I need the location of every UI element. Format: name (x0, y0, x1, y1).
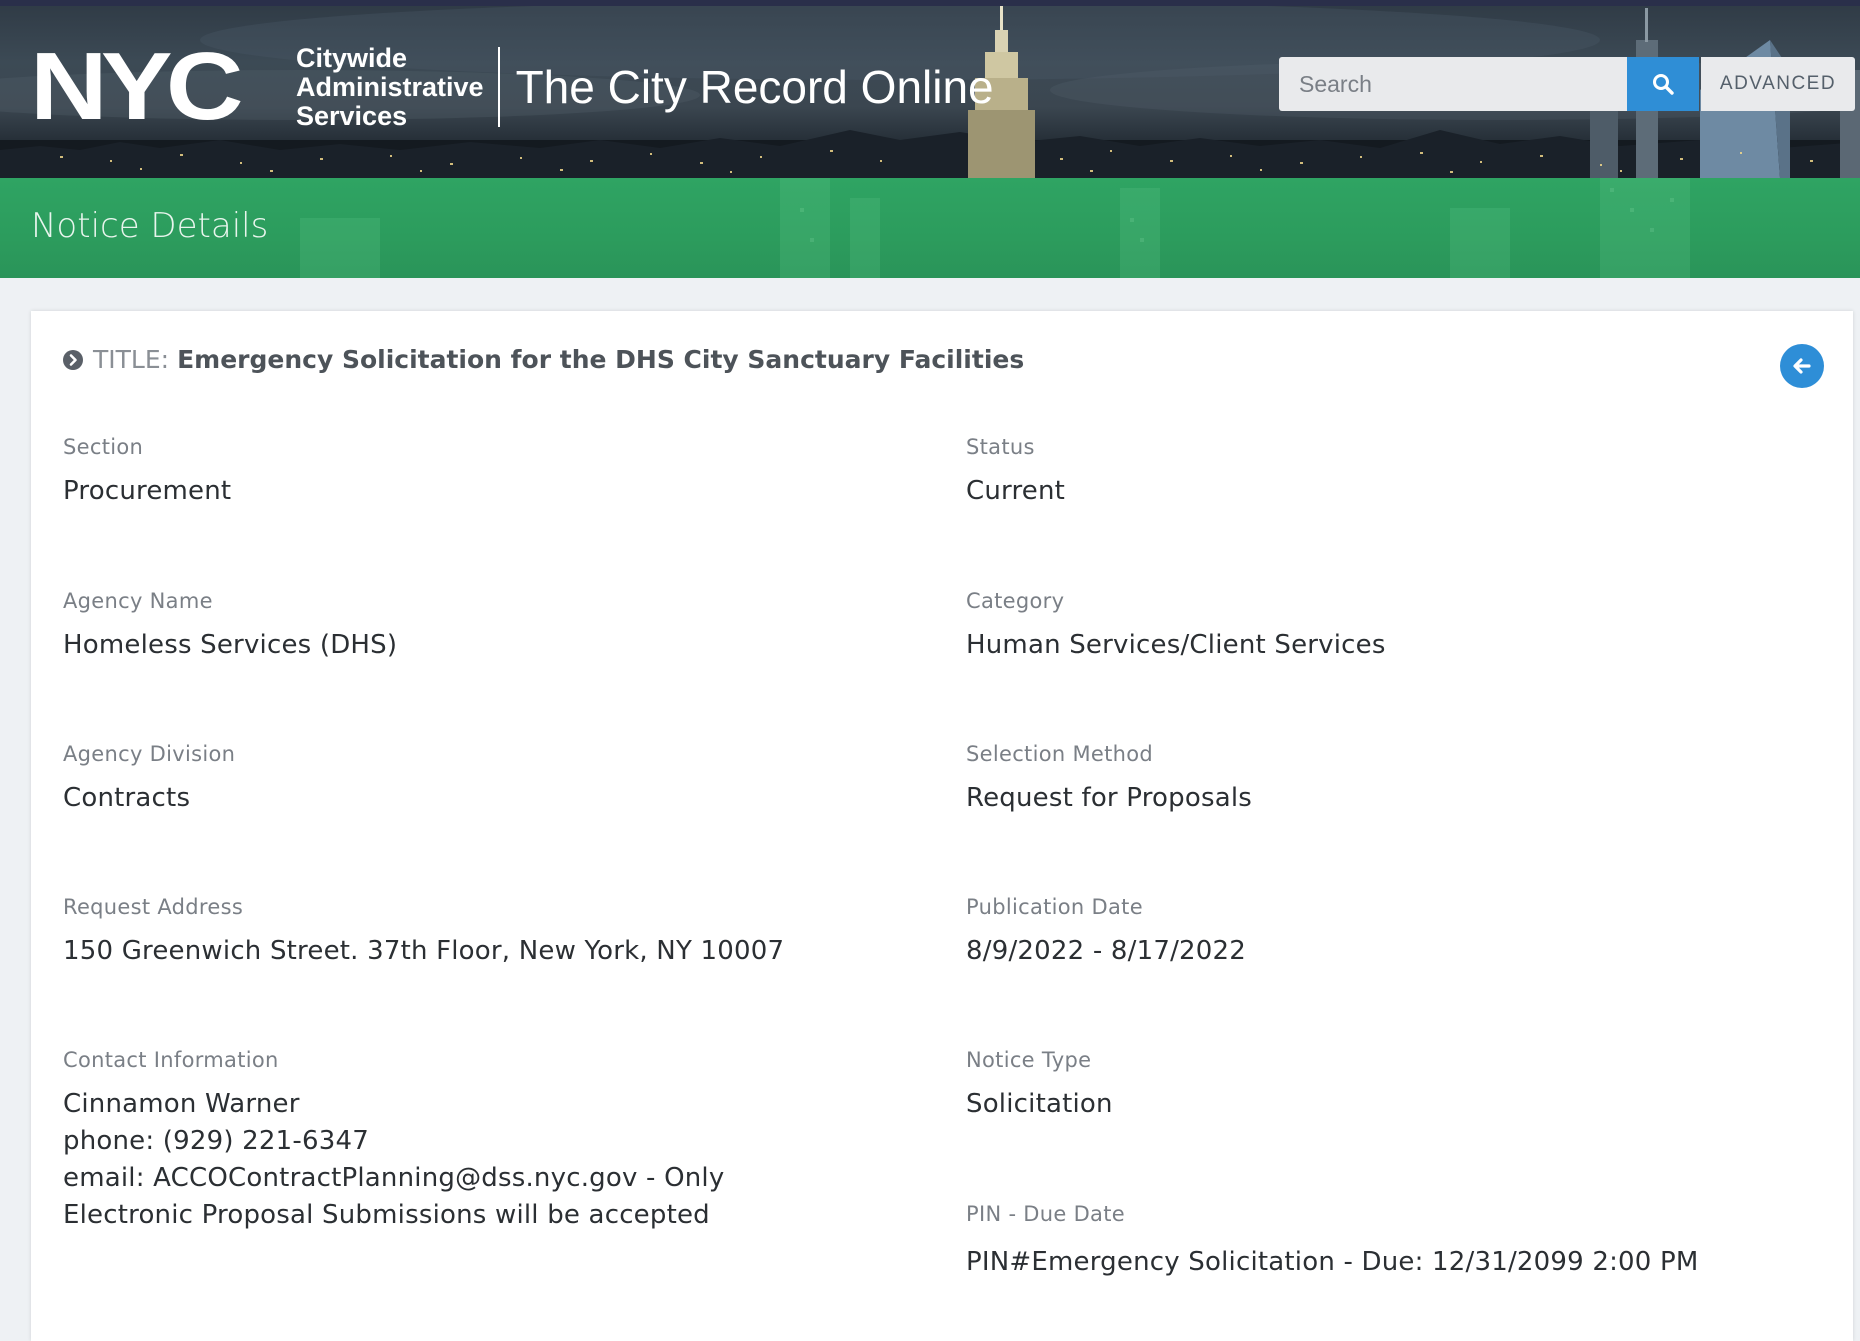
field-value: Homeless Services (DHS) (63, 630, 398, 660)
site-header: NYC Citywide Administrative Services The… (0, 0, 1860, 178)
field-value: Contracts (63, 783, 191, 813)
logo-divider (497, 47, 500, 127)
band-texture (300, 178, 1690, 278)
header-top-line (0, 0, 1860, 6)
arrow-left-icon (1793, 358, 1811, 374)
nyc-logo-mark: NYC (30, 33, 244, 140)
page-title-band: Notice Details (0, 178, 1860, 278)
search-input[interactable] (1279, 57, 1627, 111)
agency-name: Citywide Administrative Services (296, 42, 484, 131)
field-label: PIN - Due Date (966, 1202, 1125, 1226)
search-icon (1653, 74, 1674, 95)
field-label: Agency Division (63, 742, 236, 766)
contact-name: Cinnamon Warner (63, 1089, 300, 1119)
field-value: Current (966, 476, 1066, 506)
search-bar: ADVANCED (1279, 57, 1855, 111)
field-value: Solicitation (966, 1089, 1113, 1119)
field-label: Notice Type (966, 1048, 1092, 1072)
field-value: Human Services/Client Services (966, 630, 1386, 660)
agency-name-line-3: Services (296, 100, 408, 131)
field-label: Request Address (63, 895, 244, 919)
agency-name-line-1: Citywide (296, 42, 408, 73)
field-agency-name: Agency Name Homeless Services (DHS) (63, 589, 823, 664)
field-category: Category Human Services/Client Services (966, 589, 1826, 664)
field-value: Procurement (63, 476, 232, 506)
field-selection-method: Selection Method Request for Proposals (966, 742, 1826, 817)
field-publication-date: Publication Date 8/9/2022 - 8/17/2022 (966, 895, 1826, 970)
field-label: Contact Information (63, 1048, 279, 1072)
field-section: Section Procurement (63, 435, 823, 510)
field-status: Status Current (966, 435, 1826, 510)
chevron-circle-right-icon (63, 349, 83, 370)
nyc-logo[interactable]: NYC Citywide Administrative Services The… (30, 33, 994, 140)
field-label: Section (63, 435, 144, 459)
notice-title-row: TITLE: Emergency Solicitation for the DH… (63, 345, 1024, 374)
field-request-address: Request Address 150 Greenwich Street. 37… (63, 895, 823, 970)
agency-name-line-2: Administrative (296, 71, 484, 102)
page-title: Notice Details (31, 206, 269, 246)
field-label: Selection Method (966, 742, 1154, 766)
field-label: Agency Name (63, 589, 213, 613)
notice-title: Emergency Solicitation for the DHS City … (177, 345, 1025, 374)
field-value: Request for Proposals (966, 783, 1252, 813)
site-title[interactable]: The City Record Online (516, 60, 994, 114)
field-notice-type: Notice Type Solicitation (966, 1048, 1826, 1123)
field-value: PIN#Emergency Solicitation - Due: 12/31/… (966, 1247, 1699, 1277)
advanced-search-button[interactable]: ADVANCED (1701, 57, 1855, 111)
field-value: 8/9/2022 - 8/17/2022 (966, 936, 1246, 966)
field-label: Status (966, 435, 1035, 459)
field-value: 150 Greenwich Street. 37th Floor, New Yo… (63, 936, 785, 966)
field-contact-information: Contact Information Cinnamon Warner phon… (63, 1048, 843, 1234)
field-label: Publication Date (966, 895, 1143, 919)
search-button[interactable] (1627, 57, 1699, 111)
field-pin-due-date: PIN - Due Date PIN#Emergency Solicitatio… (966, 1202, 1826, 1281)
notice-title-label: TITLE: (93, 345, 170, 374)
contact-phone: phone: (929) 221-6347 (63, 1126, 369, 1156)
field-agency-division: Agency Division Contracts (63, 742, 823, 817)
notice-card: TITLE: Emergency Solicitation for the DH… (31, 311, 1853, 1341)
contact-email: email: ACCOContractPlanning@dss.nyc.gov … (63, 1163, 725, 1230)
back-button[interactable] (1780, 344, 1824, 388)
field-label: Category (966, 589, 1065, 613)
field-value: Cinnamon Warner phone: (929) 221-6347 em… (63, 1086, 843, 1234)
